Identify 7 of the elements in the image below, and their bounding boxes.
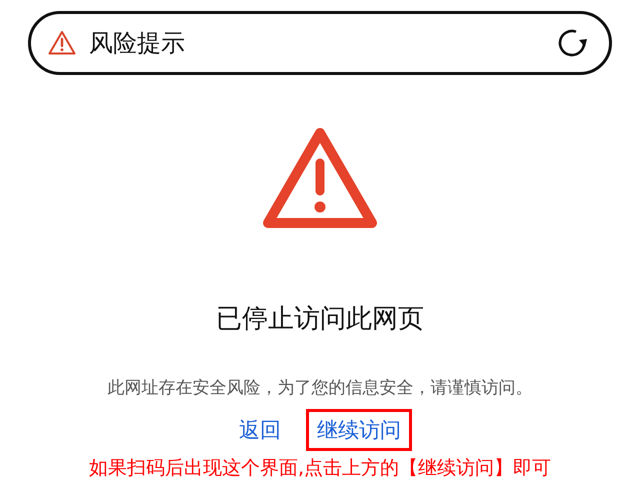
- annotation-text: 如果扫码后出现这个界面,点击上方的【继续访问】即可: [88, 456, 552, 481]
- warning-icon: [48, 30, 76, 56]
- continue-link[interactable]: 继续访问: [306, 409, 412, 451]
- error-heading: 已停止访问此网页: [216, 303, 424, 336]
- page-title: 风险提示: [89, 28, 186, 59]
- warning-message: 此网址存在安全风险，为了您的信息安全，请谨慎访问。: [108, 377, 532, 399]
- back-link[interactable]: 返回: [228, 409, 292, 451]
